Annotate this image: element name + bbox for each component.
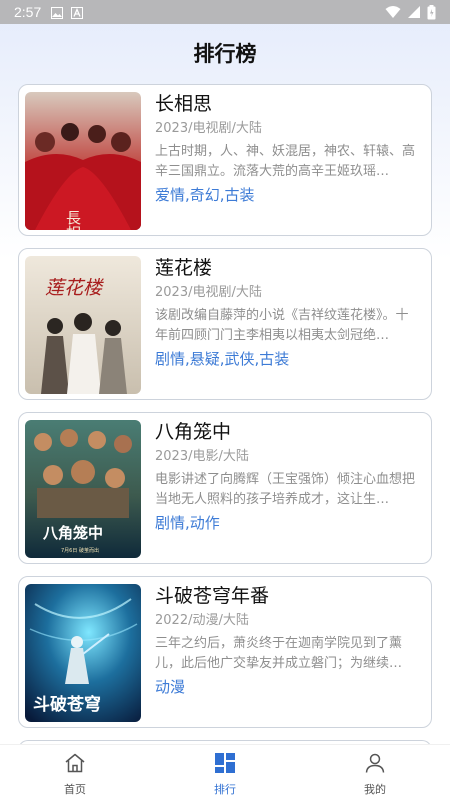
ranking-card[interactable]: 斗破苍穹 斗破苍穹年番 2022/动漫/大陆 三年之约后，萧炎终于在迦南学院见到… <box>18 576 432 728</box>
tab-ranking-label: 排行 <box>214 783 236 796</box>
card-tags: 剧情,动作 <box>155 514 220 532</box>
home-icon <box>65 753 85 773</box>
card-description: 该剧改编自藤萍的小说《吉祥纹莲花楼》。十年前四顾门门主李相夷以相夷太剑冠绝… <box>155 308 409 343</box>
poster-title-text: 斗破苍穹 <box>33 694 101 715</box>
poster-date-text: 7月6日 破茧而出 <box>61 547 99 554</box>
tab-ranking[interactable]: 排行 <box>150 745 300 800</box>
wifi-icon <box>385 6 401 18</box>
card-meta: 2022/动漫/大陆 <box>155 613 249 628</box>
page-title: 排行榜 <box>193 42 257 66</box>
text-notification-icon <box>71 6 84 19</box>
card-tags: 动漫 <box>155 678 186 696</box>
card-tags: 剧情,悬疑,武侠,古装 <box>155 350 290 368</box>
tab-profile[interactable]: 我的 <box>300 745 450 800</box>
image-notification-icon <box>51 6 64 19</box>
card-title: 长相思 <box>155 93 213 115</box>
bottom-tab-bar: 首页 排行 我的 <box>0 744 450 800</box>
poster-title-text: 長相 <box>64 210 82 230</box>
poster-image: 莲花楼 <box>25 256 141 394</box>
card-title: 八角笼中 <box>155 421 232 443</box>
card-meta: 2023/电视剧/大陆 <box>155 285 262 300</box>
card-meta: 2023/电影/大陆 <box>155 449 249 464</box>
tab-profile-label: 我的 <box>364 783 386 796</box>
ranking-card[interactable]: 長相 长相思 2023/电视剧/大陆 上古时期，人、神、妖混居，神农、轩辕、高辛… <box>18 84 432 236</box>
ranking-card[interactable]: 八角笼中 7月6日 破茧而出 八角笼中 2023/电影/大陆 电影讲述了向腾辉（… <box>18 412 432 564</box>
poster-title-text: 莲花楼 <box>45 277 104 299</box>
card-title: 斗破苍穹年番 <box>155 585 270 607</box>
poster-image: 長相 <box>25 92 141 230</box>
tab-home[interactable]: 首页 <box>0 745 150 800</box>
card-description: 三年之约后，萧炎终于在迦南学院见到了薰儿，此后他广交挚友并成立磐门；为继续… <box>155 636 403 671</box>
poster-title-text: 八角笼中 <box>42 524 103 542</box>
card-meta: 2023/电视剧/大陆 <box>155 121 262 136</box>
status-bar: 2:57 <box>0 0 450 24</box>
card-description: 上古时期，人、神、妖混居，神农、轩辕、高辛三国鼎立。流落大荒的高辛王姬玖瑶… <box>155 144 416 179</box>
user-icon <box>365 753 385 773</box>
status-time: 2:57 <box>14 4 42 20</box>
card-description: 电影讲述了向腾辉（王宝强饰）倾注心血想把当地无人照料的孩子培养成才，这让生… <box>155 472 416 507</box>
tab-home-label: 首页 <box>64 783 86 796</box>
poster-image: 斗破苍穹 <box>25 584 141 722</box>
poster-image: 八角笼中 7月6日 破茧而出 <box>25 420 141 558</box>
card-title: 莲花楼 <box>155 257 213 279</box>
ranking-icon <box>215 753 235 773</box>
battery-icon <box>427 4 436 19</box>
card-tags: 爱情,奇幻,古装 <box>155 186 255 204</box>
ranking-list: 長相 长相思 2023/电视剧/大陆 上古时期，人、神、妖混居，神农、轩辕、高辛… <box>18 84 432 760</box>
signal-icon <box>408 6 420 18</box>
ranking-card[interactable]: 莲花楼 莲花楼 2023/电视剧/大陆 该剧改编自藤萍的小说《吉祥纹莲花楼》。十… <box>18 248 432 400</box>
